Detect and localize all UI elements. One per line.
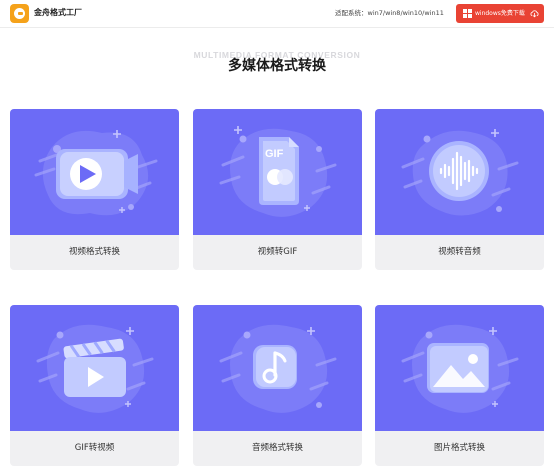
card-video-to-gif[interactable]: GIF 视频转GIF xyxy=(193,109,362,270)
video-camera-icon xyxy=(34,130,158,216)
card-illustration xyxy=(375,305,544,431)
card-illustration xyxy=(10,109,179,235)
music-note-icon xyxy=(219,324,337,413)
card-audio-format-convert[interactable]: 音频格式转换 xyxy=(193,305,362,466)
image-icon xyxy=(401,324,519,413)
jinzhou-logo-icon[interactable] xyxy=(10,4,29,23)
card-label[interactable]: 视频转音频 xyxy=(375,235,544,270)
card-label[interactable]: 视频转GIF xyxy=(193,235,362,270)
card-gif-to-video[interactable]: GIF转视频 xyxy=(10,305,179,466)
cloud-download-icon xyxy=(530,10,539,18)
card-video-format-convert[interactable]: 视频格式转换 xyxy=(10,109,179,270)
section-title: 多媒体格式转换 xyxy=(228,58,326,74)
card-illustration xyxy=(10,305,179,431)
card-label[interactable]: GIF转视频 xyxy=(10,431,179,466)
clapperboard-icon xyxy=(36,324,154,413)
compat-systems-text: 适配系统：win7/win8/win10/win11 xyxy=(335,9,444,17)
card-label[interactable]: 图片格式转换 xyxy=(375,431,544,466)
download-button-label: windows免费下载 xyxy=(475,10,525,17)
card-label[interactable]: 视频格式转换 xyxy=(10,235,179,270)
windows-logo-icon xyxy=(463,9,472,18)
svg-text:GIF: GIF xyxy=(265,148,284,160)
windows-download-button[interactable]: windows免费下载 xyxy=(456,4,544,23)
card-illustration xyxy=(193,305,362,431)
card-image-format-convert[interactable]: 图片格式转换 xyxy=(375,305,544,466)
card-illustration xyxy=(375,109,544,235)
top-header: 金舟格式工厂 适配系统：win7/win8/win10/win11 window… xyxy=(0,0,554,28)
brand-name[interactable]: 金舟格式工厂 xyxy=(34,7,82,19)
card-illustration: GIF xyxy=(193,109,362,235)
card-video-to-audio[interactable]: 视频转音频 xyxy=(375,109,544,270)
card-label[interactable]: 音频格式转换 xyxy=(193,431,362,466)
audio-wave-icon xyxy=(401,129,519,216)
gif-file-icon: GIF xyxy=(219,126,337,217)
